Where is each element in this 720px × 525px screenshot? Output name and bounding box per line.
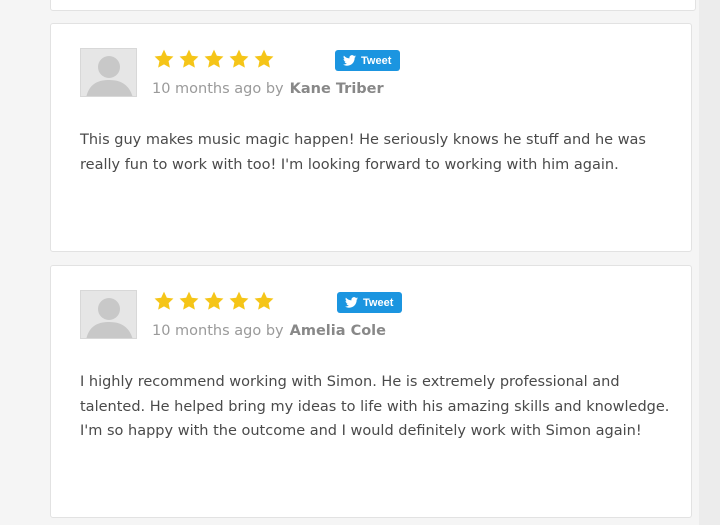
rating-stars <box>152 48 276 70</box>
twitter-bird-icon <box>345 297 358 308</box>
review-time: 10 months ago by <box>152 81 284 97</box>
star-icon <box>204 291 224 310</box>
page-scroll-gutter <box>699 0 720 525</box>
review-meta: 10 months ago by Amelia Cole <box>152 323 386 339</box>
tweet-label: Tweet <box>363 296 394 309</box>
star-icon <box>179 291 199 310</box>
star-icon <box>229 291 249 310</box>
star-icon <box>254 49 274 68</box>
star-icon <box>154 291 174 310</box>
default-avatar-icon <box>80 48 137 97</box>
review-card: Tweet 10 months ago by Kane Triber This g… <box>50 23 692 252</box>
review-card: Tweet 10 months ago by Amelia Cole I high… <box>50 265 692 518</box>
star-icon <box>254 291 274 310</box>
twitter-bird-icon <box>343 55 356 66</box>
tweet-label: Tweet <box>361 54 392 67</box>
star-icon <box>154 49 174 68</box>
previous-review-card <box>50 0 696 11</box>
star-icon <box>204 49 224 68</box>
star-icon <box>229 49 249 68</box>
tweet-button[interactable]: Tweet <box>335 50 401 71</box>
review-author: Kane Triber <box>289 81 384 97</box>
review-meta: 10 months ago by Kane Triber <box>152 81 384 97</box>
review-time: 10 months ago by <box>152 323 284 339</box>
default-avatar-icon <box>80 290 137 339</box>
review-text: I highly recommend working with Simon. H… <box>80 374 670 439</box>
review-text: This guy makes music magic happen! He se… <box>80 132 646 173</box>
review-author: Amelia Cole <box>289 323 386 339</box>
tweet-button[interactable]: Tweet <box>337 292 403 313</box>
star-icon <box>179 49 199 68</box>
rating-stars <box>152 290 276 312</box>
